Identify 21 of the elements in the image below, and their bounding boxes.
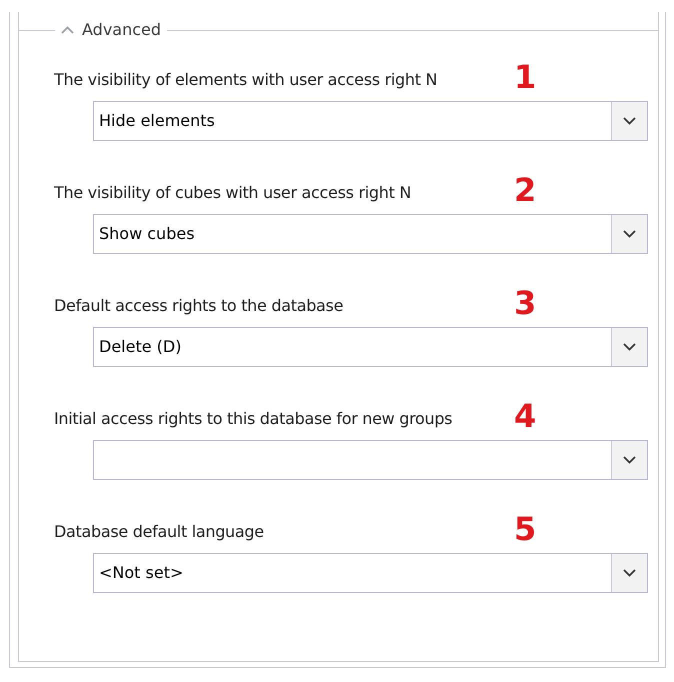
chevron-down-icon <box>623 343 636 351</box>
chevron-down-icon <box>623 230 636 238</box>
field-label: The visibility of cubes with user access right N <box>54 182 412 204</box>
number-annotation: 4 <box>514 399 536 433</box>
chevron-down-icon <box>623 456 636 464</box>
number-annotation: 5 <box>514 512 536 546</box>
dropdown[interactable]: Delete (D) <box>93 327 648 367</box>
dropdown[interactable]: Show cubes <box>93 214 648 254</box>
number-annotation: 3 <box>514 286 536 320</box>
chevron-down-icon <box>623 569 636 577</box>
section-toggle[interactable]: Advanced <box>55 20 168 40</box>
dropdown[interactable]: <Not set> <box>93 553 648 593</box>
number-annotation: 2 <box>514 173 536 207</box>
chevron-down-icon <box>623 117 636 125</box>
number-annotation: 1 <box>514 60 536 94</box>
dropdown[interactable] <box>93 440 648 480</box>
field-label: Database default language <box>54 521 265 543</box>
field-label: Initial access rights to this database for new groups <box>54 408 454 430</box>
dropdown[interactable]: Hide elements <box>93 101 648 141</box>
field-label: The visibility of elements with user access right N <box>54 69 438 91</box>
field-label: Default access rights to the database <box>54 295 344 317</box>
